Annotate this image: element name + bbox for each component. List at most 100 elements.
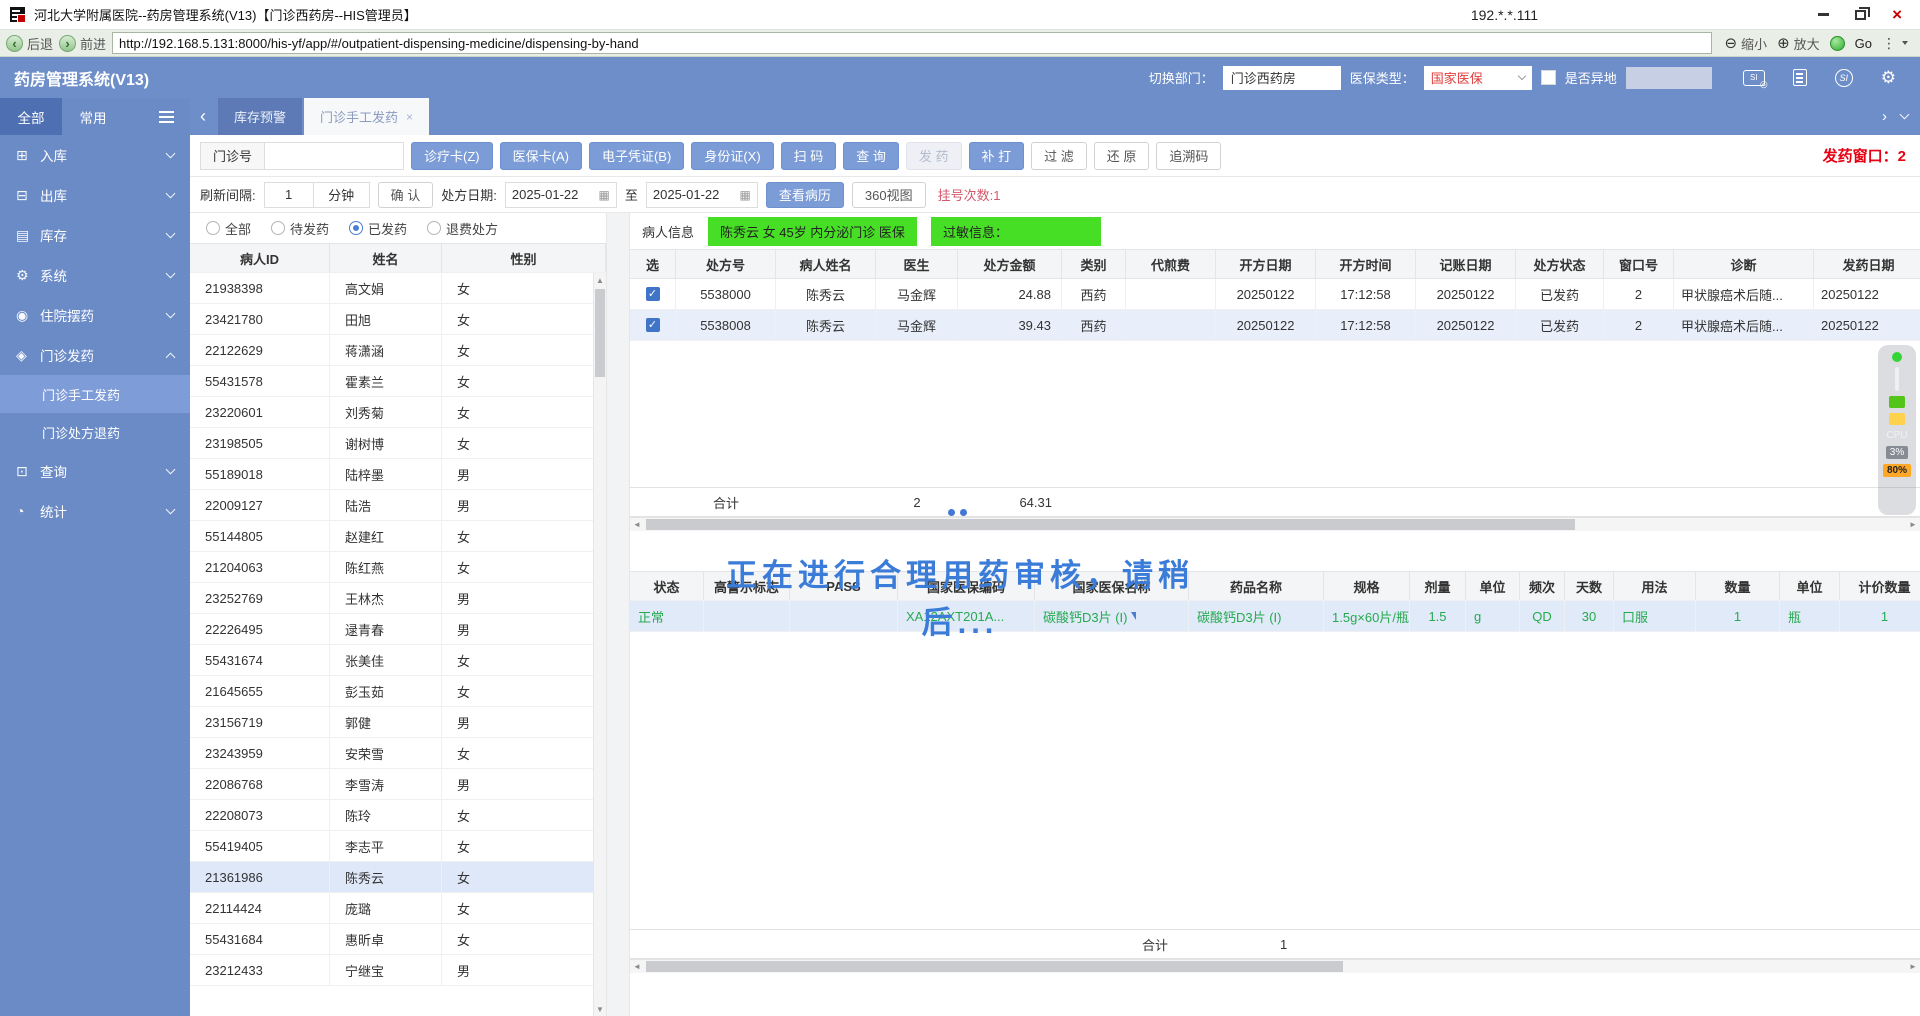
clinic-card-button[interactable]: 诊疗卡(Z) bbox=[411, 141, 493, 170]
scroll-right-icon[interactable]: ► bbox=[1906, 518, 1920, 531]
e-voucher-button[interactable]: 电子凭证(B) bbox=[588, 141, 685, 170]
patient-row[interactable]: 21361986 陈秀云 女 bbox=[190, 862, 606, 893]
sidebar-item-manual-dispensing[interactable]: 门诊手工发药 bbox=[0, 375, 190, 413]
patient-row[interactable]: 23252769 王林杰 男 bbox=[190, 583, 606, 614]
prescription-hscrollbar[interactable]: ◄ ► bbox=[630, 509, 1920, 531]
id-card-button[interactable]: 身份证(X) bbox=[691, 141, 774, 170]
patient-row[interactable]: 55144805 赵建红 女 bbox=[190, 521, 606, 552]
browser-menu-icon[interactable]: ⋮ bbox=[1882, 35, 1896, 52]
calendar-icon[interactable]: ▦ bbox=[599, 188, 610, 202]
sidebar-tab-common[interactable]: 常用 bbox=[62, 98, 124, 135]
performance-monitor[interactable]: CPU 3% 80% bbox=[1878, 345, 1916, 515]
sidebar-item-system[interactable]: ⚙ 系统 bbox=[0, 255, 190, 295]
patient-row[interactable]: 22009127 陆浩 男 bbox=[190, 490, 606, 521]
tab-scroll-right-icon[interactable]: › bbox=[1882, 108, 1887, 125]
radio-selected-icon[interactable] bbox=[349, 221, 364, 235]
reprint-button[interactable]: 补 打 bbox=[968, 141, 1025, 170]
scrollbar-thumb[interactable] bbox=[646, 519, 1575, 530]
patient-row[interactable]: 55431684 惠昕卓 女 bbox=[190, 924, 606, 955]
radio-icon[interactable] bbox=[271, 221, 286, 235]
patient-row[interactable]: 21645655 彭玉茹 女 bbox=[190, 676, 606, 707]
zoom-out-button[interactable]: ⊖ 缩小 bbox=[1724, 34, 1767, 53]
trace-code-button[interactable]: 追溯码 bbox=[1156, 141, 1222, 170]
prescription-row[interactable]: 5538008 陈秀云 马金辉 39.43 西药 20250122 17:12:… bbox=[630, 310, 1920, 341]
patient-row[interactable]: 23243959 安荣雪 女 bbox=[190, 738, 606, 769]
scroll-down-icon[interactable]: ▼ bbox=[594, 1002, 606, 1016]
tab-close-icon[interactable]: × bbox=[406, 110, 413, 124]
patient-row[interactable]: 23220601 刘秀菊 女 bbox=[190, 397, 606, 428]
sidebar-item-inpatient-dispensing[interactable]: ◉ 住院摆药 bbox=[0, 295, 190, 335]
tab-inventory-warning[interactable]: 库存预警 bbox=[218, 98, 303, 135]
remote-extra-input[interactable] bbox=[1625, 66, 1712, 89]
filter-button[interactable]: 过 滤 bbox=[1031, 141, 1087, 170]
tab-manual-dispensing[interactable]: 门诊手工发药 × bbox=[304, 98, 430, 135]
maximize-icon[interactable] bbox=[1855, 6, 1871, 20]
row-checkbox[interactable] bbox=[645, 318, 660, 332]
url-input[interactable] bbox=[112, 32, 1713, 54]
scan-button[interactable]: 扫 码 bbox=[780, 141, 837, 170]
patient-row[interactable]: 21204063 陈红燕 女 bbox=[190, 552, 606, 583]
sidebar-tab-all[interactable]: 全部 bbox=[0, 98, 62, 135]
gear-icon[interactable]: ⚙ bbox=[1881, 69, 1896, 86]
patient-row[interactable]: 22086768 李雪涛 男 bbox=[190, 769, 606, 800]
patient-row[interactable]: 22226495 逯青春 男 bbox=[190, 614, 606, 645]
zoom-in-button[interactable]: ⊕ 放大 bbox=[1777, 34, 1820, 53]
sidebar-item-outbound[interactable]: ⊟ 出库 bbox=[0, 175, 190, 215]
scroll-right-icon[interactable]: ► bbox=[1906, 960, 1920, 973]
remote-checkbox[interactable] bbox=[1540, 70, 1556, 85]
view-360-button[interactable]: 360视图 bbox=[851, 181, 926, 208]
date-to-input[interactable]: 2025-01-22 ▦ bbox=[645, 181, 758, 208]
patient-row[interactable]: 21938398 高文娟 女 bbox=[190, 273, 606, 304]
forward-button[interactable]: › 前进 bbox=[59, 34, 106, 53]
refresh-interval-input[interactable] bbox=[263, 181, 314, 208]
patient-row[interactable]: 22114424 庞璐 女 bbox=[190, 893, 606, 924]
row-checkbox[interactable] bbox=[645, 287, 660, 301]
filter-refunded[interactable]: 退费处方 bbox=[427, 219, 498, 238]
patient-row[interactable]: 55189018 陆梓墨 男 bbox=[190, 459, 606, 490]
collapse-sidebar-icon[interactable]: ‹ bbox=[190, 98, 216, 135]
insurance-card-button[interactable]: 医保卡(A) bbox=[499, 141, 582, 170]
sidebar-item-query[interactable]: ⊡ 查询 bbox=[0, 451, 190, 491]
patient-table-scrollbar[interactable]: ▲ ▼ bbox=[593, 273, 606, 1016]
date-from-input[interactable]: 2025-01-22 ▦ bbox=[504, 181, 617, 208]
scroll-up-icon[interactable]: ▲ bbox=[594, 273, 606, 287]
minimize-icon[interactable] bbox=[1818, 13, 1830, 16]
calendar-icon[interactable]: ▦ bbox=[740, 188, 751, 202]
drug-row[interactable]: 正常 XA12AXT201A... 碳酸钙D3片 (I) 碳酸钙D3片 (I) … bbox=[630, 601, 1920, 632]
drug-hscrollbar[interactable]: ◄ ► bbox=[630, 959, 1920, 973]
sidebar-item-outpatient-dispensing[interactable]: ◈ 门诊发药 bbox=[0, 335, 190, 375]
hamburger-menu-icon[interactable] bbox=[159, 110, 174, 123]
scroll-left-icon[interactable]: ◄ bbox=[630, 518, 644, 531]
prescription-row[interactable]: 5538000 陈秀云 马金辉 24.88 西药 20250122 17:12:… bbox=[630, 279, 1920, 310]
sidebar-item-inbound[interactable]: ⊞ 入库 bbox=[0, 135, 190, 175]
patient-row[interactable]: 23212433 宁继宝 男 bbox=[190, 955, 606, 986]
back-button[interactable]: ‹ 后退 bbox=[6, 34, 53, 53]
patient-row[interactable]: 55431578 霍素兰 女 bbox=[190, 366, 606, 397]
dept-input[interactable] bbox=[1222, 65, 1341, 90]
patient-row[interactable]: 23198505 谢树博 女 bbox=[190, 428, 606, 459]
sidebar-item-statistics[interactable]: ◔ 统计 bbox=[0, 491, 190, 531]
scrollbar-thumb[interactable] bbox=[595, 289, 605, 377]
scrollbar-thumb[interactable] bbox=[646, 961, 1343, 972]
close-icon[interactable]: × bbox=[1892, 6, 1902, 23]
document-icon[interactable] bbox=[1792, 69, 1807, 86]
filter-pending[interactable]: 待发药 bbox=[271, 219, 329, 238]
restore-button[interactable]: 还 原 bbox=[1093, 141, 1150, 170]
patient-row[interactable]: 23421780 田旭 女 bbox=[190, 304, 606, 335]
si-circle-icon[interactable]: SI bbox=[1834, 68, 1853, 87]
confirm-button[interactable]: 确 认 bbox=[377, 181, 434, 208]
filter-dispensed[interactable]: 已发药 bbox=[349, 219, 407, 238]
sidebar-item-inventory[interactable]: ▤ 库存 bbox=[0, 215, 190, 255]
patient-row[interactable]: 22208073 陈玲 女 bbox=[190, 800, 606, 831]
patient-row[interactable]: 23156719 郭健 男 bbox=[190, 707, 606, 738]
sidebar-item-prescription-return[interactable]: 门诊处方退药 bbox=[0, 413, 190, 451]
query-button[interactable]: 查 询 bbox=[843, 141, 899, 170]
insurance-type-select[interactable]: 国家医保 bbox=[1423, 65, 1532, 90]
patient-row[interactable]: 55431674 张美佳 女 bbox=[190, 645, 606, 676]
outpatient-no-input[interactable] bbox=[264, 141, 405, 170]
tab-list-chevron-icon[interactable] bbox=[1899, 109, 1910, 120]
social-insurance-card-icon[interactable]: SI bbox=[1742, 69, 1768, 91]
view-medical-record-button[interactable]: 查看病历 bbox=[765, 181, 844, 208]
patient-row[interactable]: 55419405 李志平 女 bbox=[190, 831, 606, 862]
radio-icon[interactable] bbox=[206, 221, 220, 235]
